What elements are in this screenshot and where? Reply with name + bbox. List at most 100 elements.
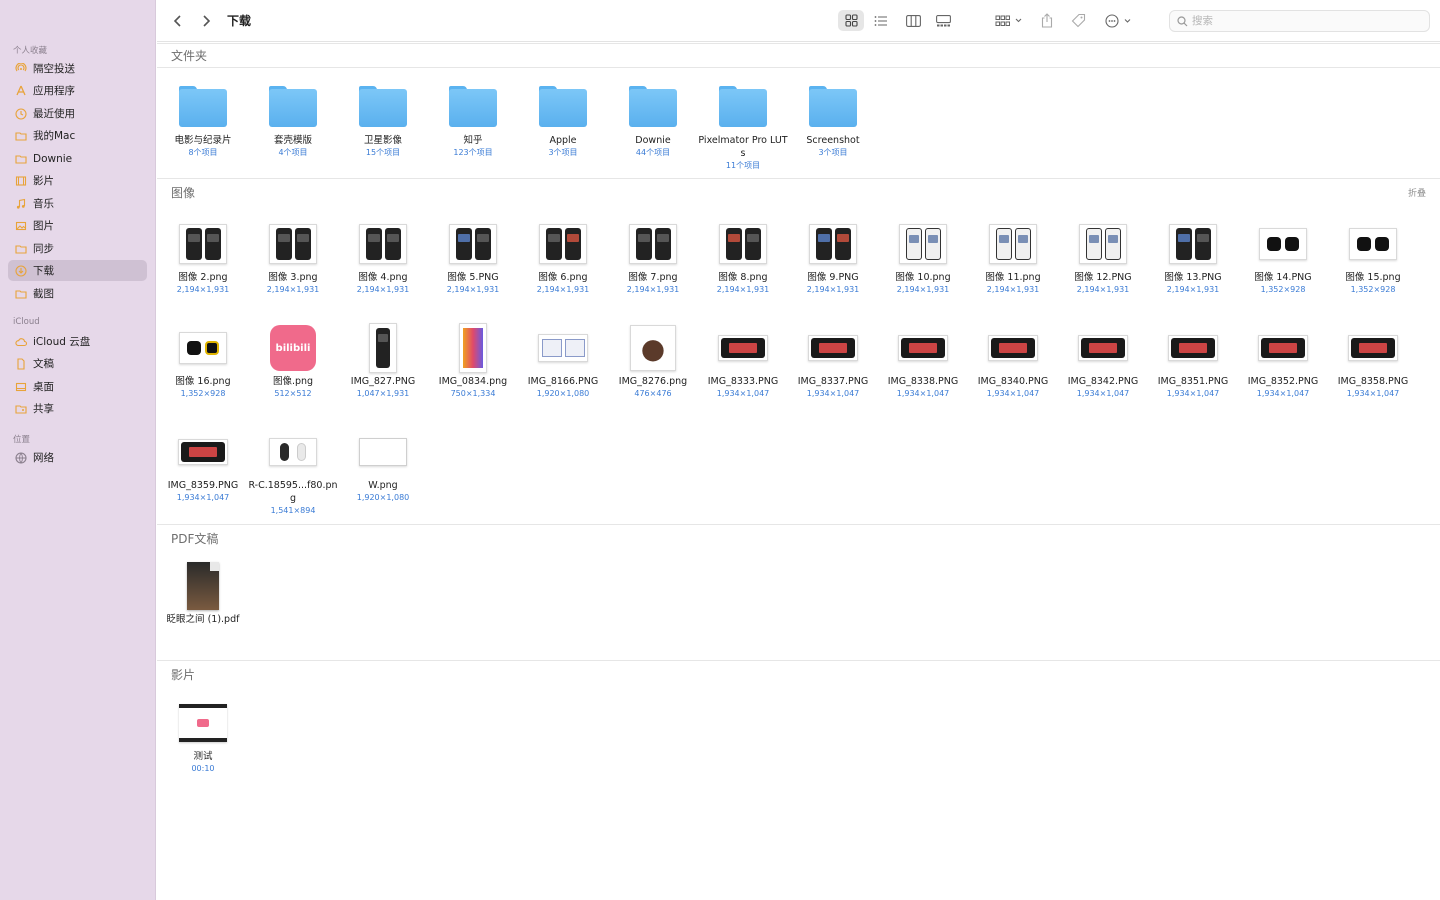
file-item[interactable]: 图像 4.png 2,194×1,931 (338, 217, 428, 295)
file-item[interactable]: 图像 8.png 2,194×1,931 (698, 217, 788, 295)
file-item[interactable]: Pixelmator Pro LUTs 11个项目 (698, 80, 788, 171)
sidebar-item-network[interactable]: 网络 (8, 447, 147, 468)
sidebar: 个人收藏 隔空投送 应用程序 最近使用 我的Mac Downie 影片 音乐 图… (0, 0, 156, 900)
file-name: 图像 13.PNG (1164, 272, 1222, 283)
file-item[interactable]: IMG_8340.PNG 1,934×1,047 (968, 321, 1058, 399)
file-thumbnail (1343, 217, 1403, 271)
sidebar-section-locations: 位置 (13, 435, 31, 445)
file-thumbnail (893, 217, 953, 271)
back-button[interactable] (169, 11, 187, 31)
file-item[interactable]: IMG_8359.PNG 1,934×1,047 (158, 425, 248, 503)
file-name: 图像 11.png (985, 272, 1041, 283)
sidebar-item-recents[interactable]: 最近使用 (8, 103, 147, 124)
sidebar-item-icloud-drive[interactable]: iCloud 云盘 (8, 331, 147, 352)
collapse-images-button[interactable]: 折叠 (1408, 186, 1426, 199)
group-grid-icon (995, 15, 1022, 26)
tag-button[interactable] (1068, 10, 1088, 31)
file-info: 1,934×1,047 (716, 389, 770, 398)
file-item[interactable]: 图像 2.png 2,194×1,931 (158, 217, 248, 295)
photo-icon (15, 220, 27, 232)
sidebar-item-applications[interactable]: 应用程序 (8, 80, 147, 101)
file-item[interactable]: ● IMG_8276.png 476×476 (608, 321, 698, 399)
file-item[interactable]: 图像 5.PNG 2,194×1,931 (428, 217, 518, 295)
file-item[interactable]: 图像 13.PNG 2,194×1,931 (1148, 217, 1238, 295)
file-thumbnail (173, 80, 233, 134)
file-item[interactable]: IMG_8337.PNG 1,934×1,047 (788, 321, 878, 399)
gallery-view-button[interactable] (930, 10, 956, 31)
file-info: 1,352×928 (180, 389, 226, 398)
list-view-button[interactable] (868, 10, 894, 31)
clock-icon (15, 107, 27, 120)
file-item[interactable]: IMG_8351.PNG 1,934×1,047 (1148, 321, 1238, 399)
file-name: 图像.png (272, 376, 314, 387)
file-item[interactable]: 图像 6.png 2,194×1,931 (518, 217, 608, 295)
file-item[interactable]: bilibili 图像.png 512×512 (248, 321, 338, 399)
sidebar-item-downloads[interactable]: 下载 (8, 260, 147, 281)
file-item[interactable]: W.png 1,920×1,080 (338, 425, 428, 503)
file-thumbnail (173, 321, 233, 375)
file-item[interactable]: 图像 16.png 1,352×928 (158, 321, 248, 399)
file-item[interactable]: Apple 3个项目 (518, 80, 608, 158)
file-item[interactable]: IMG_8333.PNG 1,934×1,047 (698, 321, 788, 399)
file-info: 1,047×1,931 (356, 389, 410, 398)
file-item[interactable]: IMG_8352.PNG 1,934×1,047 (1238, 321, 1328, 399)
file-item[interactable]: IMG_8338.PNG 1,934×1,047 (878, 321, 968, 399)
file-item[interactable]: 图像 15.png 1,352×928 (1328, 217, 1418, 295)
more-actions-button[interactable] (1102, 10, 1136, 31)
file-item[interactable]: 电影与纪录片 8个项目 (158, 80, 248, 158)
group-by-button[interactable] (991, 10, 1027, 31)
file-item[interactable]: 知乎 123个项目 (428, 80, 518, 158)
file-item[interactable]: 套壳模版 4个项目 (248, 80, 338, 158)
sidebar-item-my-mac[interactable]: 我的Mac (8, 125, 147, 146)
file-item[interactable]: IMG_827.PNG 1,047×1,931 (338, 321, 428, 399)
sidebar-item-documents[interactable]: 文稿 (8, 353, 147, 374)
sidebar-item-desktop[interactable]: 桌面 (8, 376, 147, 397)
file-item[interactable]: 卫星影像 15个项目 (338, 80, 428, 158)
file-info: 2,194×1,931 (716, 285, 770, 294)
file-info: 1,352×928 (1350, 285, 1396, 294)
sidebar-item-shared[interactable]: 共享 (8, 398, 147, 419)
share-button[interactable] (1037, 10, 1057, 31)
file-item[interactable]: IMG_8166.PNG 1,920×1,080 (518, 321, 608, 399)
file-item[interactable]: 图像 3.png 2,194×1,931 (248, 217, 338, 295)
file-info: 2,194×1,931 (356, 285, 410, 294)
sidebar-item-pictures[interactable]: 图片 (8, 215, 147, 236)
sidebar-item-downie[interactable]: Downie (8, 148, 147, 169)
file-item[interactable]: 图像 12.PNG 2,194×1,931 (1058, 217, 1148, 295)
file-item[interactable]: 图像 14.PNG 1,352×928 (1238, 217, 1328, 295)
file-info: 3个项目 (818, 148, 848, 157)
file-item[interactable]: 图像 9.PNG 2,194×1,931 (788, 217, 878, 295)
file-name: 图像 12.PNG (1074, 272, 1132, 283)
file-item[interactable]: 眨眼之间 (1).pdf (158, 559, 248, 626)
file-item[interactable]: Downie 44个项目 (608, 80, 698, 158)
file-item[interactable]: 图像 7.png 2,194×1,931 (608, 217, 698, 295)
file-item[interactable]: IMG_8358.PNG 1,934×1,047 (1328, 321, 1418, 399)
sidebar-item-label: 同步 (33, 243, 54, 255)
sidebar-item-sync[interactable]: 同步 (8, 238, 147, 259)
file-item[interactable]: 图像 10.png 2,194×1,931 (878, 217, 968, 295)
list-view-icon (874, 15, 887, 26)
file-item[interactable]: Screenshot 3个项目 (788, 80, 878, 158)
sidebar-item-screenshots[interactable]: 截图 (8, 283, 147, 304)
column-view-button[interactable] (900, 10, 926, 31)
sidebar-item-music[interactable]: 音乐 (8, 193, 147, 214)
sidebar-item-movies[interactable]: 影片 (8, 170, 147, 191)
sidebar-item-label: 音乐 (33, 198, 54, 210)
folder-icon (15, 288, 27, 300)
sidebar-item-airdrop[interactable]: 隔空投送 (8, 58, 147, 79)
file-name: 图像 3.png (268, 272, 318, 283)
airdrop-icon (15, 62, 27, 75)
file-name: 图像 15.png (1345, 272, 1401, 283)
file-name: 眨眼之间 (1).pdf (166, 614, 240, 625)
search-input[interactable] (1192, 15, 1412, 27)
forward-button[interactable] (197, 11, 215, 31)
icon-view-button[interactable] (838, 10, 864, 31)
search-field[interactable] (1169, 10, 1430, 32)
file-item[interactable]: 图像 11.png 2,194×1,931 (968, 217, 1058, 295)
file-thumbnail (803, 321, 863, 375)
file-item[interactable]: IMG_0834.png 750×1,334 (428, 321, 518, 399)
file-item[interactable]: IMG_8342.PNG 1,934×1,047 (1058, 321, 1148, 399)
sidebar-item-label: 网络 (33, 452, 54, 464)
file-item[interactable]: 测试 00:10 (158, 696, 248, 774)
file-item[interactable]: R-C.18595...f80.png 1,541×894 (248, 425, 338, 516)
